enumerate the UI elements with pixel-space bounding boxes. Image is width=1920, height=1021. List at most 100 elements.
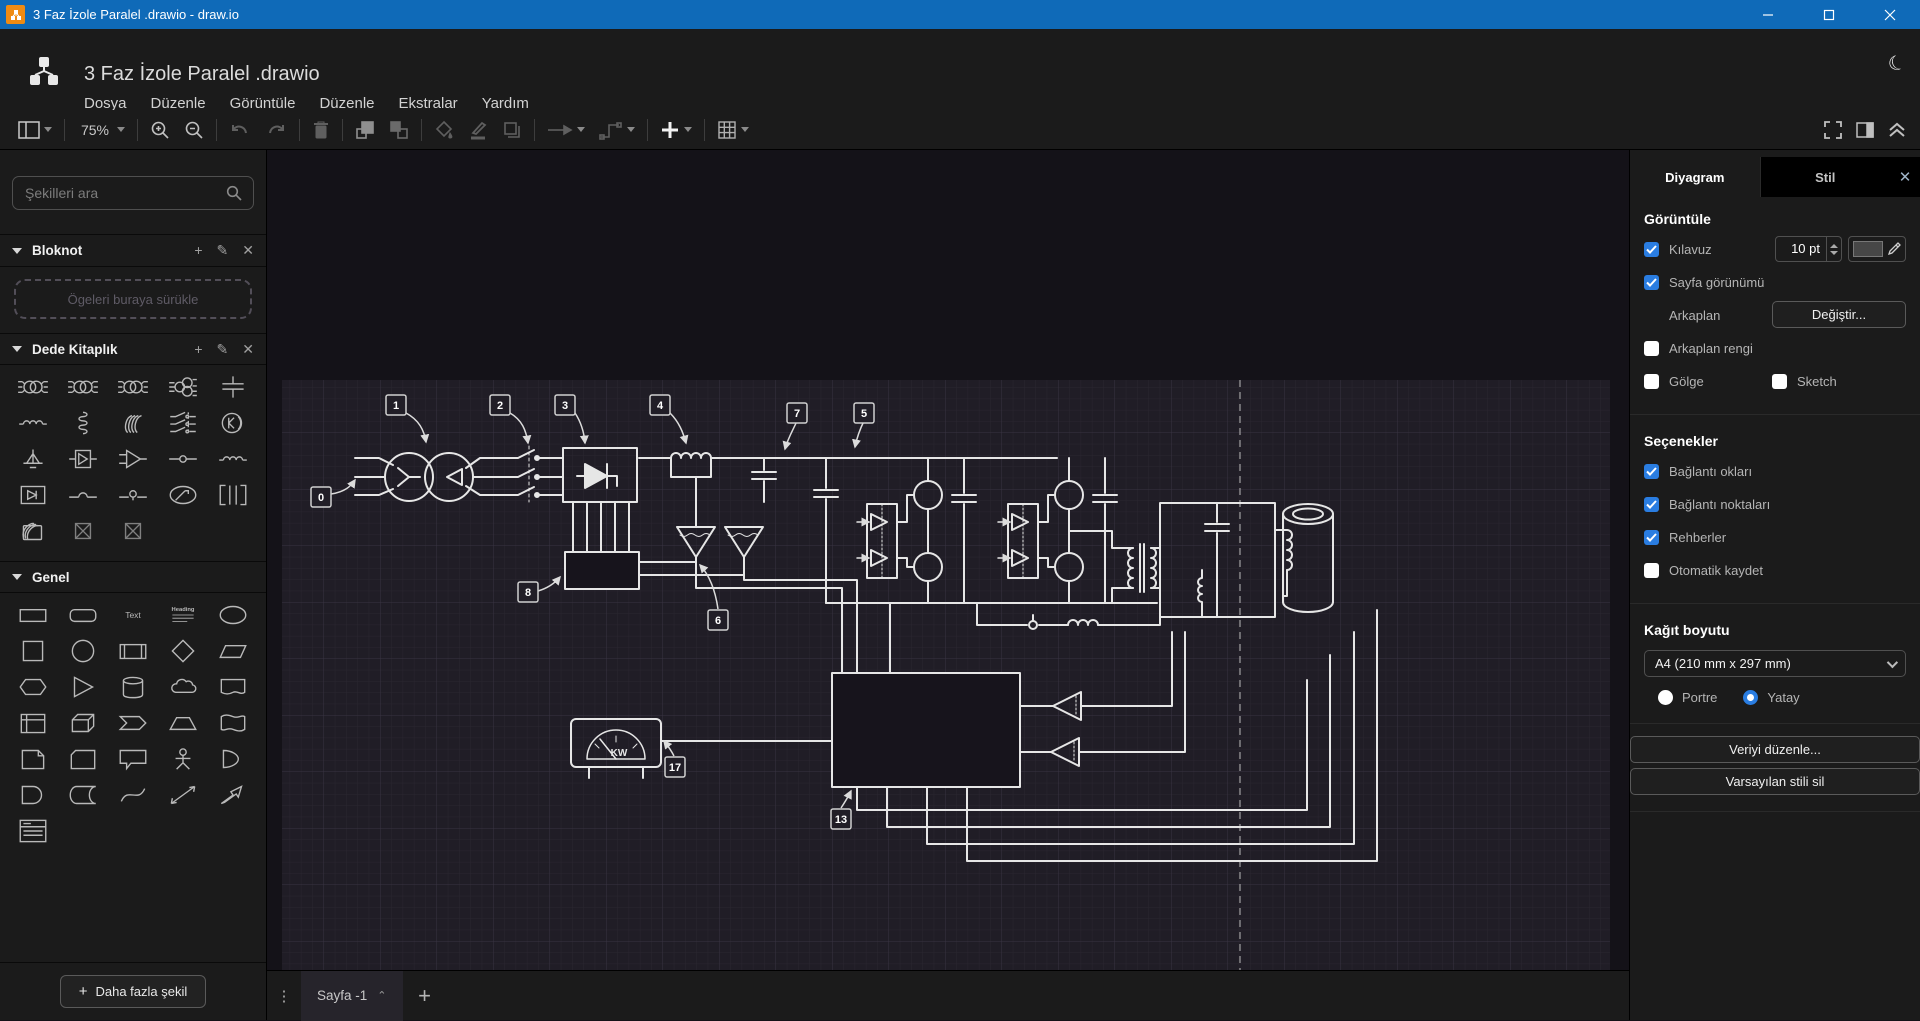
shape-actor[interactable]: [158, 743, 208, 775]
shape-textbox[interactable]: Heading: [158, 599, 208, 631]
close-button[interactable]: [1859, 0, 1920, 29]
shape-data-storage[interactable]: [58, 779, 108, 811]
section-bloknot[interactable]: Bloknot + ✎ ✕: [0, 235, 266, 267]
shape-transformer-core[interactable]: [8, 515, 58, 547]
edit-icon[interactable]: ✎: [217, 242, 229, 259]
shape-rectangle[interactable]: [8, 599, 58, 631]
change-background-button[interactable]: Değiştir...: [1772, 301, 1906, 328]
dark-mode-toggle[interactable]: ☾: [1884, 49, 1909, 79]
shape-cloud[interactable]: [158, 671, 208, 703]
circuit-diagram[interactable]: 0 1 2 3 4 7 5 8 6 17 13 KW: [267, 150, 1629, 970]
shape-coil-vertical[interactable]: [58, 407, 108, 439]
paper-size-select[interactable]: A4 (210 mm x 297 mm): [1644, 650, 1906, 677]
shape-diode-box[interactable]: [8, 479, 58, 511]
shape-card[interactable]: [58, 743, 108, 775]
shape-buffer-box[interactable]: [58, 443, 108, 475]
shape-list[interactable]: [8, 815, 58, 847]
undo-button[interactable]: [229, 121, 251, 139]
shape-capacitor[interactable]: [208, 371, 258, 403]
grid-size-stepper[interactable]: [1827, 236, 1842, 262]
add-page-button[interactable]: +: [403, 983, 447, 1009]
insert-button[interactable]: [660, 120, 692, 140]
shape-inductor[interactable]: [8, 407, 58, 439]
shape-rounded-rectangle[interactable]: [58, 599, 108, 631]
grid-size-input[interactable]: 10 pt: [1775, 236, 1827, 262]
page-view-checkbox[interactable]: [1644, 275, 1659, 290]
redo-button[interactable]: [265, 121, 287, 139]
shape-wire-terminal[interactable]: [158, 443, 208, 475]
shape-meter-oval[interactable]: [158, 479, 208, 511]
bg-color-checkbox[interactable]: [1644, 341, 1659, 356]
shape-triangle[interactable]: [58, 671, 108, 703]
shape-hexagon[interactable]: [8, 671, 58, 703]
shape-opamp[interactable]: [108, 443, 158, 475]
page-tab[interactable]: Sayfa -1 ⌃: [301, 971, 403, 1021]
shape-terminal-a[interactable]: [58, 479, 108, 511]
shape-trapezoid[interactable]: [158, 707, 208, 739]
shape-text[interactable]: Text: [108, 599, 158, 631]
guides-checkbox[interactable]: [1644, 530, 1659, 545]
sketch-checkbox[interactable]: [1772, 374, 1787, 389]
close-panel-icon[interactable]: ✕: [1890, 157, 1920, 197]
shape-callout[interactable]: [108, 743, 158, 775]
search-input[interactable]: [12, 176, 254, 210]
maximize-button[interactable]: [1798, 0, 1859, 29]
to-front-button[interactable]: [355, 120, 375, 140]
tab-diyagram[interactable]: Diyagram: [1630, 157, 1760, 197]
add-icon[interactable]: +: [194, 242, 202, 259]
waypoints-button[interactable]: [599, 120, 635, 140]
shape-transformer-2coil[interactable]: [8, 371, 58, 403]
shape-transformer-2coil-b[interactable]: [58, 371, 108, 403]
minimize-button[interactable]: [1737, 0, 1798, 29]
line-color-button[interactable]: [468, 120, 488, 140]
grid-checkbox[interactable]: [1644, 242, 1659, 257]
grid-color-button[interactable]: [1848, 236, 1906, 262]
shape-cube[interactable]: [58, 707, 108, 739]
landscape-radio[interactable]: Yatay: [1743, 690, 1799, 705]
zoom-select[interactable]: 75%: [77, 122, 125, 138]
connection-points-checkbox[interactable]: [1644, 497, 1659, 512]
drawing-canvas[interactable]: 0 1 2 3 4 7 5 8 6 17 13 KW: [267, 150, 1629, 970]
delete-button[interactable]: [312, 120, 330, 140]
shape-square[interactable]: [8, 635, 58, 667]
shape-rotary-meter[interactable]: [208, 407, 258, 439]
section-dede-kitaplik[interactable]: Dede Kitaplık + ✎ ✕: [0, 333, 266, 365]
edit-data-button[interactable]: Veriyi düzenle...: [1630, 736, 1920, 763]
shadow-checkbox[interactable]: [1644, 374, 1659, 389]
clear-default-style-button[interactable]: Varsayılan stili sil: [1630, 768, 1920, 795]
autosave-checkbox[interactable]: [1644, 563, 1659, 578]
shape-transformer-3circle[interactable]: [158, 371, 208, 403]
shape-antenna-ground[interactable]: [8, 443, 58, 475]
shape-coil-large[interactable]: [108, 407, 158, 439]
shape-document[interactable]: [208, 671, 258, 703]
shape-ellipse[interactable]: [208, 599, 258, 631]
shape-circle[interactable]: [58, 635, 108, 667]
shape-step[interactable]: [108, 707, 158, 739]
shape-transformer-2coil-c[interactable]: [108, 371, 158, 403]
connection-arrows-checkbox[interactable]: [1644, 464, 1659, 479]
to-back-button[interactable]: [389, 120, 409, 140]
shape-broken-shape-b[interactable]: [108, 515, 158, 547]
shape-curve[interactable]: [108, 779, 158, 811]
shape-terminal-b[interactable]: [108, 479, 158, 511]
view-panels-button[interactable]: [18, 121, 52, 139]
shape-bidirectional-arrow[interactable]: [158, 779, 208, 811]
shape-arrow[interactable]: [208, 779, 258, 811]
section-genel[interactable]: Genel: [0, 561, 266, 593]
portrait-radio[interactable]: Portre: [1658, 690, 1717, 705]
shadow-button[interactable]: [502, 120, 522, 140]
zoom-in-button[interactable]: [150, 120, 170, 140]
table-button[interactable]: [717, 120, 749, 140]
shape-parallelogram[interactable]: [208, 635, 258, 667]
fill-color-button[interactable]: [434, 120, 454, 140]
shape-coil-small[interactable]: [208, 443, 258, 475]
shape-process[interactable]: [108, 635, 158, 667]
format-panel-to3ggle-button[interactable]: [1856, 122, 1874, 138]
shape-bracket-coil[interactable]: [208, 479, 258, 511]
zoom-out-button[interactable]: [184, 120, 204, 140]
collapse-toolbar-button[interactable]: [1888, 122, 1906, 138]
shape-or[interactable]: [208, 743, 258, 775]
shape-tape[interactable]: [208, 707, 258, 739]
edit-icon[interactable]: ✎: [217, 341, 229, 358]
more-shapes-button[interactable]: + Daha fazla şekil: [60, 975, 207, 1008]
